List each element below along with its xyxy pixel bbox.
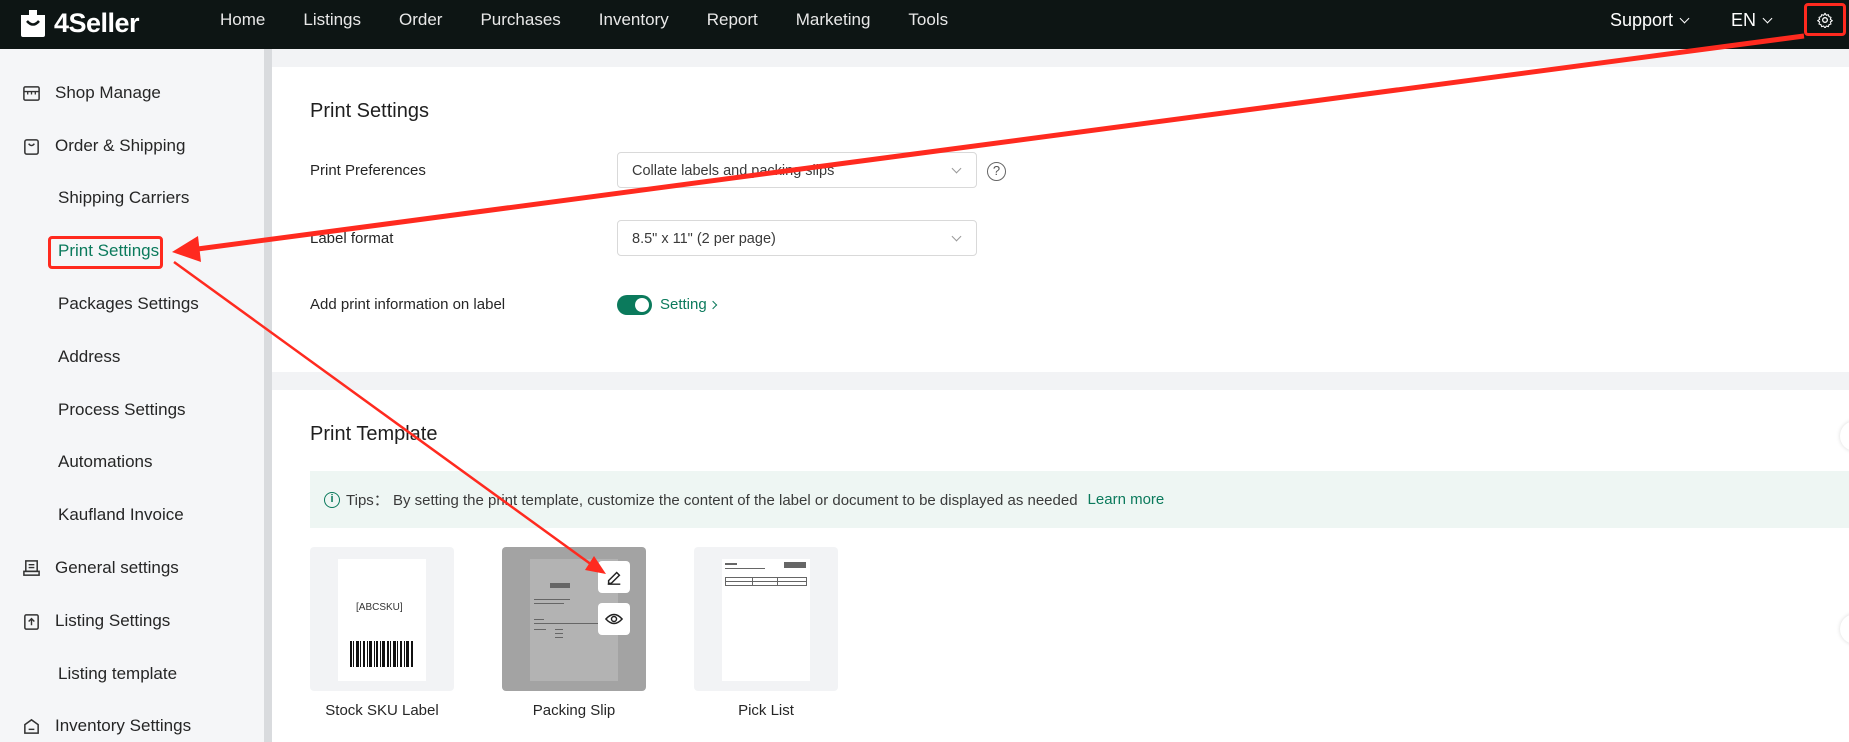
annotation-arrows [172, 33, 1805, 574]
